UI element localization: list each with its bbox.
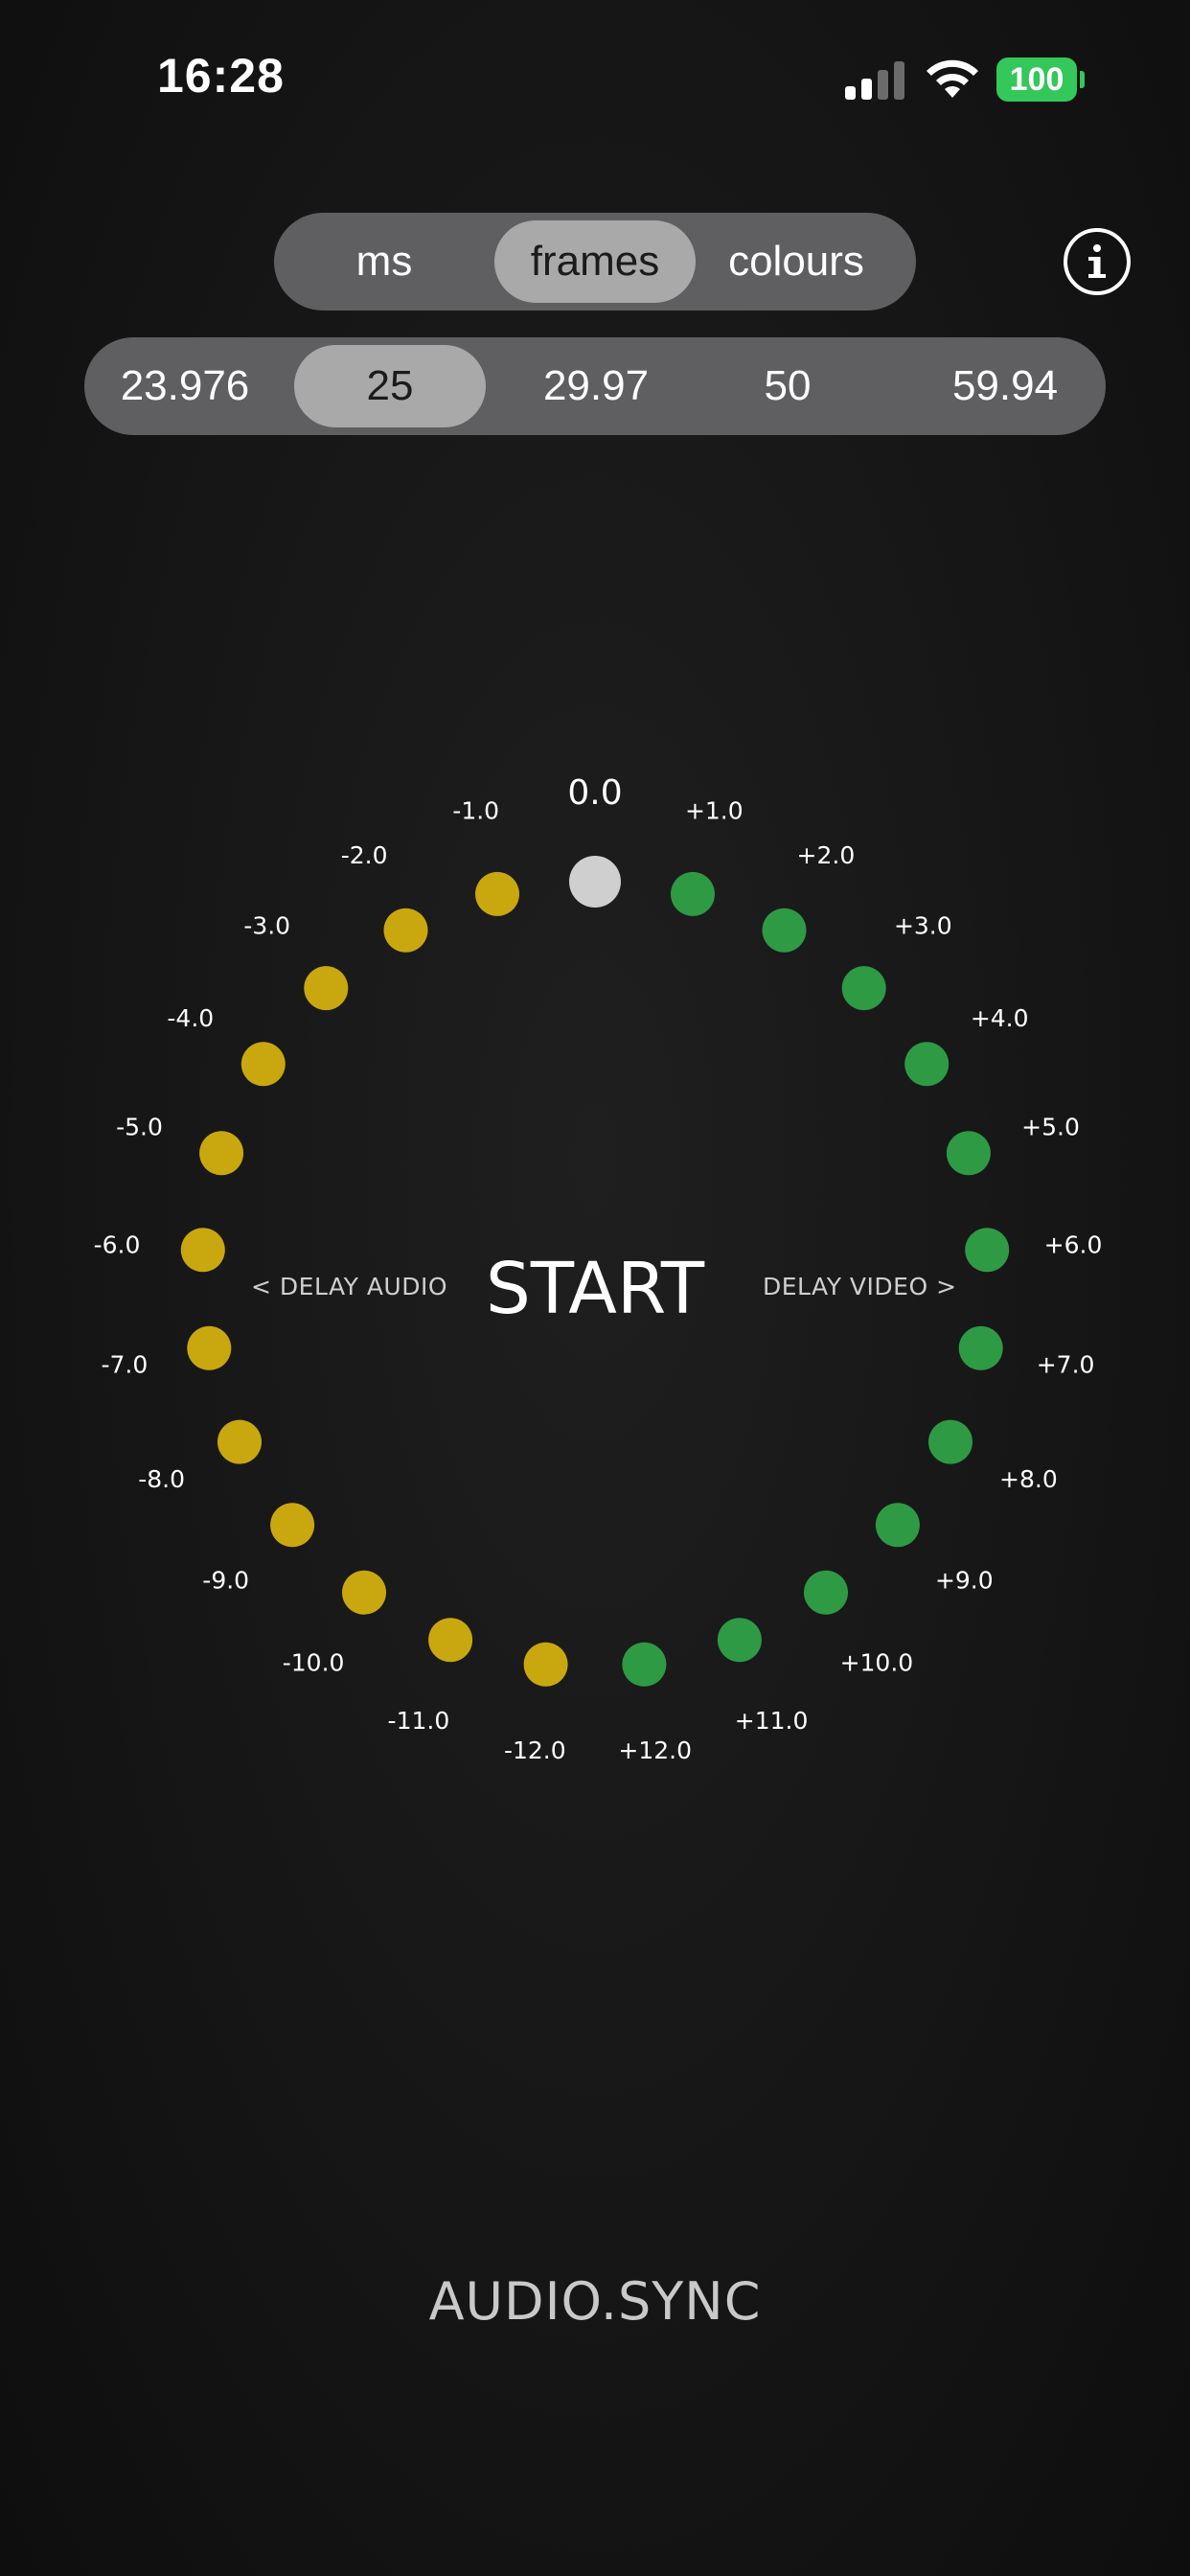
sync-marker-dot[interactable] (762, 908, 807, 953)
sync-marker-dot[interactable] (569, 856, 621, 908)
sync-marker-dot[interactable] (523, 1642, 568, 1687)
sync-marker-label: -3.0 (243, 912, 290, 940)
fps-option-5994[interactable]: 59.94 (904, 337, 1106, 435)
sync-marker-dot[interactable] (383, 908, 428, 953)
start-button[interactable]: START (450, 1236, 740, 1342)
cellular-signal-icon (845, 61, 904, 100)
sync-marker-label: -7.0 (102, 1351, 149, 1379)
status-bar: 16:28 100 (0, 0, 1190, 153)
battery-level: 100 (1009, 61, 1064, 98)
sync-marker-dot[interactable] (671, 871, 715, 916)
sync-marker-label: -4.0 (167, 1004, 214, 1032)
sync-marker-label: +6.0 (1044, 1231, 1103, 1259)
sync-marker-dot[interactable] (240, 1042, 286, 1087)
sync-marker-dot[interactable] (965, 1228, 1010, 1273)
fps-option-23976[interactable]: 23.976 (84, 337, 286, 435)
sync-marker-dot[interactable] (475, 871, 519, 916)
sync-marker-label: -12.0 (504, 1736, 566, 1764)
sync-marker-dot[interactable] (180, 1228, 225, 1273)
sync-marker-label: +8.0 (999, 1465, 1058, 1493)
sync-marker-dot[interactable] (875, 1503, 920, 1548)
sync-marker-label: +11.0 (735, 1707, 809, 1735)
info-button[interactable] (1064, 228, 1131, 295)
sync-marker-dot[interactable] (946, 1131, 991, 1176)
sync-marker-label: +2.0 (797, 841, 856, 869)
sync-marker-label: +4.0 (971, 1004, 1029, 1032)
fps-selector: 23.976 25 29.97 50 59.94 (84, 337, 1106, 435)
sync-marker-label: -9.0 (202, 1567, 249, 1595)
sync-marker-dot[interactable] (841, 966, 886, 1011)
mode-option-colours[interactable]: colours (696, 213, 897, 310)
sync-marker-dot[interactable] (270, 1503, 315, 1548)
wifi-icon (927, 59, 978, 98)
mode-selector: ms frames colours (274, 213, 916, 310)
sync-marker-dot[interactable] (428, 1618, 473, 1663)
sync-marker-dot[interactable] (804, 1570, 848, 1615)
sync-marker-label: +9.0 (935, 1567, 994, 1595)
fps-option-2997[interactable]: 29.97 (495, 337, 697, 435)
sync-marker-dot[interactable] (342, 1570, 386, 1615)
sync-marker-label: -5.0 (116, 1114, 163, 1141)
sync-marker-dot[interactable] (717, 1618, 762, 1663)
sync-marker-label: -2.0 (341, 841, 388, 869)
battery-nub (1080, 71, 1085, 88)
sync-marker-label: +1.0 (685, 797, 744, 825)
sync-marker-dot[interactable] (958, 1325, 1003, 1370)
sync-marker-label: -6.0 (94, 1231, 141, 1259)
sync-marker-label: -1.0 (452, 797, 499, 825)
sync-marker-label: -10.0 (283, 1649, 345, 1677)
fps-option-25[interactable]: 25 (294, 337, 486, 435)
sync-marker-label: +3.0 (894, 912, 952, 940)
sync-marker-dot[interactable] (199, 1131, 244, 1176)
sync-marker-dot[interactable] (187, 1325, 232, 1370)
sync-marker-dot[interactable] (904, 1042, 950, 1087)
app-brand: AUDIO.SYNC (428, 2271, 762, 2332)
sync-marker-label: +7.0 (1037, 1351, 1095, 1379)
delay-audio-label: < DELAY AUDIO (251, 1273, 448, 1300)
sync-marker-label: 0.0 (567, 773, 622, 813)
sync-marker-label: +10.0 (840, 1649, 914, 1677)
mode-option-ms[interactable]: ms (274, 213, 494, 310)
delay-video-label: DELAY VIDEO > (763, 1273, 957, 1300)
sync-marker-dot[interactable] (304, 966, 349, 1011)
fps-option-50[interactable]: 50 (706, 337, 869, 435)
sync-marker-dot[interactable] (217, 1419, 262, 1464)
battery-indicator: 100 (996, 58, 1077, 102)
status-time: 16:28 (157, 49, 285, 103)
sync-marker-label: -8.0 (138, 1465, 185, 1493)
sync-marker-label: -11.0 (388, 1707, 450, 1735)
sync-marker-label: +5.0 (1021, 1114, 1080, 1141)
mode-option-frames[interactable]: frames (494, 213, 696, 310)
info-icon (1088, 244, 1106, 278)
sync-marker-dot[interactable] (622, 1642, 667, 1687)
sync-marker-label: +12.0 (618, 1736, 692, 1764)
sync-marker-dot[interactable] (928, 1419, 973, 1464)
